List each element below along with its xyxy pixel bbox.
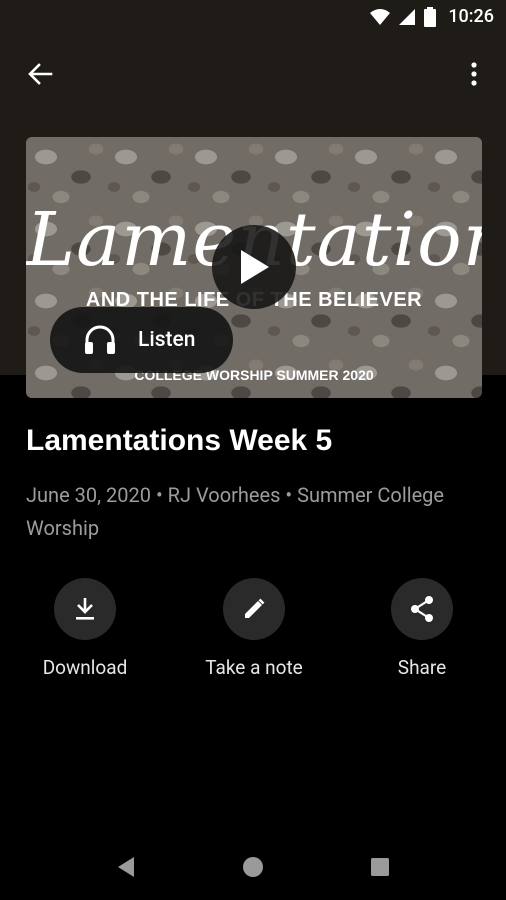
nav-home-button[interactable] <box>233 852 273 882</box>
status-time: 10:26 <box>448 6 494 27</box>
share-label: Share <box>397 656 447 679</box>
listen-label: Listen <box>138 328 196 352</box>
share-button[interactable] <box>391 578 453 640</box>
play-icon <box>241 250 269 284</box>
download-action[interactable]: Download <box>5 578 165 679</box>
play-video-button[interactable] <box>212 225 296 309</box>
nav-recents-button[interactable] <box>360 852 400 882</box>
listen-button[interactable]: Listen <box>50 307 233 373</box>
sermon-title: Lamentations Week 5 <box>26 424 333 457</box>
pencil-icon <box>245 598 265 618</box>
more-options-button[interactable] <box>458 56 490 92</box>
nav-back-button[interactable] <box>106 852 146 882</box>
signal-icon <box>399 8 416 25</box>
nav-back-icon <box>118 857 134 877</box>
battery-icon <box>424 6 437 27</box>
share-icon <box>411 596 433 622</box>
more-vert-icon <box>471 62 477 86</box>
take-note-action[interactable]: Take a note <box>174 578 334 679</box>
share-action[interactable]: Share <box>342 578 502 679</box>
download-icon <box>76 598 94 620</box>
download-label: Download <box>42 656 128 679</box>
system-navigation-bar <box>0 832 506 900</box>
app-bar <box>0 36 506 112</box>
nav-home-icon <box>243 857 263 877</box>
nav-recents-icon <box>371 858 389 876</box>
sermon-meta: June 30, 2020 • RJ Voorhees • Summer Col… <box>26 483 445 540</box>
back-arrow-icon <box>28 63 53 85</box>
headphones-icon <box>85 325 115 354</box>
status-bar: 10:26 <box>0 0 506 36</box>
sermon-artwork: Lamentations AND THE LIFE OF THE BELIEVE… <box>26 137 482 398</box>
take-note-button[interactable] <box>223 578 285 640</box>
back-button[interactable] <box>18 56 62 92</box>
wifi-icon <box>370 8 391 25</box>
download-button[interactable] <box>54 578 116 640</box>
take-note-label: Take a note <box>205 656 303 679</box>
